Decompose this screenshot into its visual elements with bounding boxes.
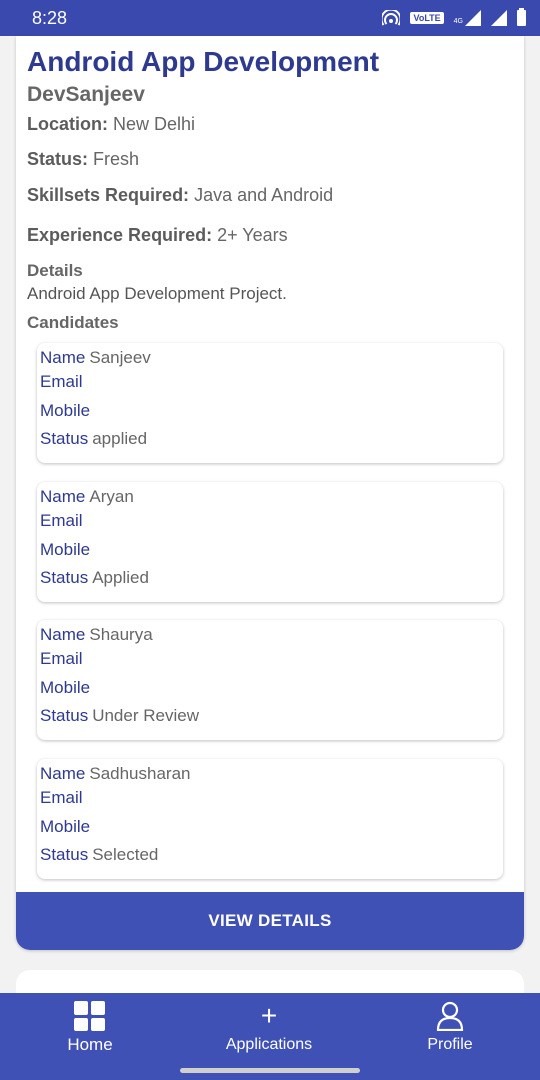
company-name: DevSanjeev <box>27 83 145 106</box>
candidate-card[interactable]: Name Sanjeev Email Mobile Status applied <box>37 343 503 463</box>
view-details-button[interactable]: VIEW DETAILS <box>16 892 524 950</box>
profile-icon <box>436 1001 464 1031</box>
candidate-email-row: Email <box>40 649 87 669</box>
skills-label: Skillsets Required: <box>27 185 190 205</box>
candidate-status-row: Status Under Review <box>40 706 199 726</box>
candidate-email-row: Email <box>40 511 87 531</box>
location-value: New Delhi <box>113 114 196 134</box>
nav-applications-label: Applications <box>225 1036 313 1053</box>
name-label: Name <box>40 348 86 367</box>
bottom-navigation: Home + Applications Profile <box>0 993 540 1080</box>
status-label: Status <box>40 706 89 725</box>
experience-value: 2+ Years <box>217 225 288 245</box>
status-value: Fresh <box>93 149 140 169</box>
candidate-card[interactable]: Name Shaurya Email Mobile Status Under Rev… <box>37 620 503 740</box>
candidate-card[interactable]: Name Aryan Email Mobile Status Applied <box>37 482 503 602</box>
status-time: 8:28 <box>32 7 68 28</box>
signal-icon <box>465 10 481 26</box>
signal-icon-2 <box>491 10 507 26</box>
candidate-name: Shaurya <box>89 625 153 644</box>
nav-profile-label: Profile <box>427 1036 473 1053</box>
candidate-name-row: Name Sadhusharan <box>40 764 191 784</box>
candidate-name: Sanjeev <box>89 348 151 367</box>
skills-value: Java and Android <box>194 185 334 205</box>
skills-row: Skillsets Required: Java and Android <box>27 185 333 206</box>
location-row: Location: New Delhi <box>27 114 195 135</box>
candidate-mobile-row: Mobile <box>40 817 94 837</box>
candidate-name-row: Name Shaurya <box>40 625 153 645</box>
email-label: Email <box>40 511 83 530</box>
candidate-status: applied <box>92 429 148 448</box>
experience-label: Experience Required: <box>27 225 213 245</box>
candidate-name-row: Name Sanjeev <box>40 348 151 368</box>
network-type: 4G <box>453 18 463 25</box>
email-label: Email <box>40 649 83 668</box>
location-label: Location: <box>27 114 108 134</box>
candidate-card[interactable]: Name Sadhusharan Email Mobile Status Selec… <box>37 759 503 879</box>
candidate-email-row: Email <box>40 372 87 392</box>
nav-applications[interactable]: + Applications <box>219 993 319 1063</box>
name-label: Name <box>40 764 86 783</box>
nav-home[interactable]: Home <box>60 993 120 1063</box>
status-bar: 8:28 VoLTE 4G <box>0 0 540 36</box>
candidate-status-row: Status applied <box>40 429 147 449</box>
mobile-label: Mobile <box>40 817 91 836</box>
candidate-status: Applied <box>92 568 149 587</box>
details-text: Android App Development Project. <box>27 284 287 303</box>
details-heading: Details <box>27 261 83 280</box>
system-icons: VoLTE 4G <box>382 8 526 26</box>
status-label: Status: <box>27 149 89 169</box>
mobile-label: Mobile <box>40 401 91 420</box>
candidate-mobile-row: Mobile <box>40 540 94 560</box>
candidate-name: Sadhusharan <box>89 764 191 783</box>
candidate-name-row: Name Aryan <box>40 487 134 507</box>
candidate-status: Under Review <box>92 706 199 725</box>
name-label: Name <box>40 625 86 644</box>
nav-home-label: Home <box>67 1035 113 1054</box>
job-card: Android App Development DevSanjeev Locat… <box>16 36 524 950</box>
mobile-label: Mobile <box>40 678 91 697</box>
hotspot-icon <box>382 10 401 26</box>
volte-badge: VoLTE <box>410 12 444 24</box>
email-label: Email <box>40 372 83 391</box>
home-grid-icon <box>74 1001 106 1031</box>
gesture-bar <box>180 1068 360 1073</box>
email-label: Email <box>40 788 83 807</box>
status-label: Status <box>40 845 89 864</box>
candidate-email-row: Email <box>40 788 87 808</box>
nav-profile[interactable]: Profile <box>420 993 480 1063</box>
candidate-status-row: Status Selected <box>40 845 158 865</box>
status-label: Status <box>40 429 89 448</box>
plus-icon: + <box>260 1000 278 1031</box>
name-label: Name <box>40 487 86 506</box>
battery-icon <box>517 8 526 26</box>
status-label: Status <box>40 568 89 587</box>
experience-row: Experience Required: 2+ Years <box>27 225 288 246</box>
status-row: Status: Fresh <box>27 149 139 170</box>
candidates-heading: Candidates <box>27 313 119 332</box>
candidate-status: Selected <box>92 845 159 864</box>
candidate-name: Aryan <box>89 487 134 506</box>
candidate-mobile-row: Mobile <box>40 401 94 421</box>
candidate-status-row: Status Applied <box>40 568 149 588</box>
candidate-mobile-row: Mobile <box>40 678 94 698</box>
job-title: Android App Development <box>27 46 380 77</box>
mobile-label: Mobile <box>40 540 91 559</box>
